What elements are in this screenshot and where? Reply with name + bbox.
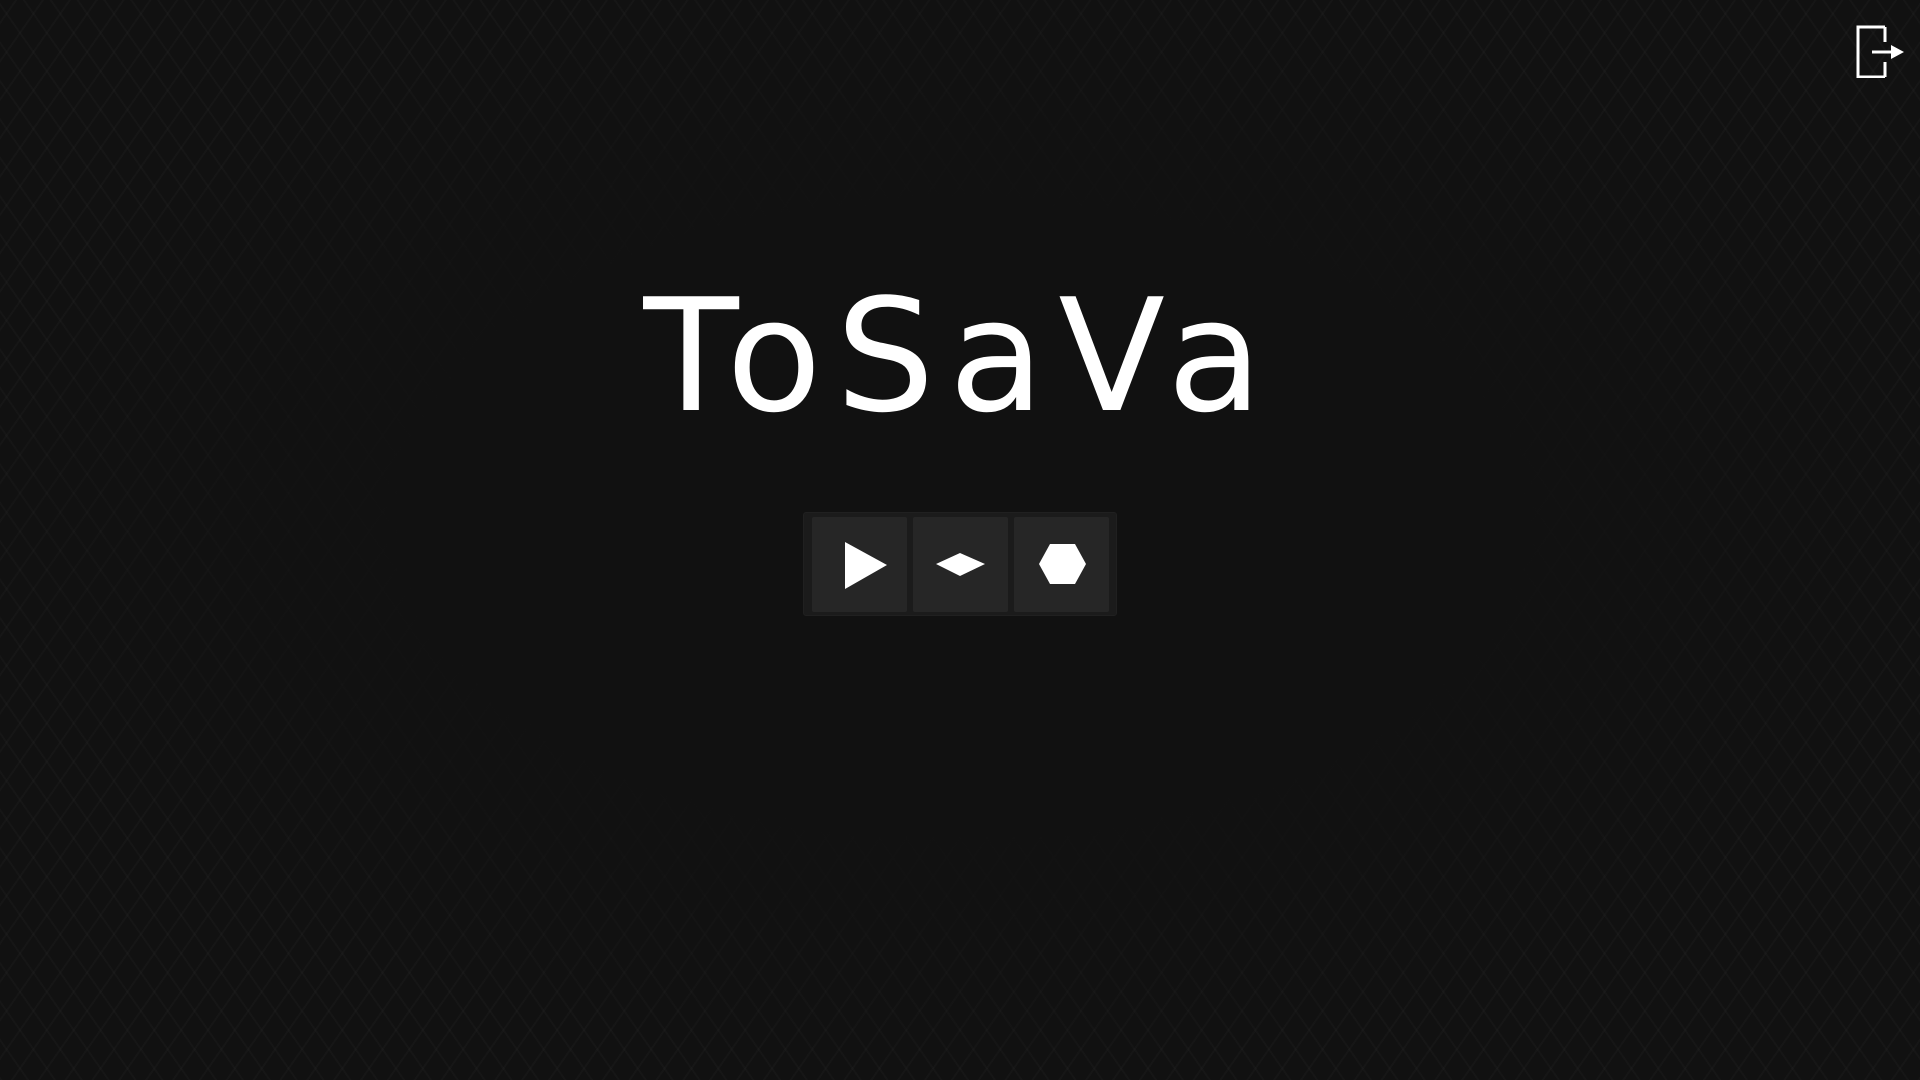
game-screen: ToSaVa: [0, 0, 1920, 1080]
play-icon: [844, 541, 887, 589]
play-button[interactable]: [811, 516, 907, 612]
hexagon-icon: [1038, 543, 1086, 584]
game-title: ToSaVa: [643, 265, 1277, 447]
diamond-icon: [935, 552, 985, 576]
exit-icon: [1856, 25, 1904, 78]
hexagon-mode-button[interactable]: [1013, 516, 1109, 612]
exit-button[interactable]: [1850, 20, 1910, 80]
diamond-mode-button[interactable]: [912, 516, 1008, 612]
mode-selector: [803, 512, 1117, 616]
